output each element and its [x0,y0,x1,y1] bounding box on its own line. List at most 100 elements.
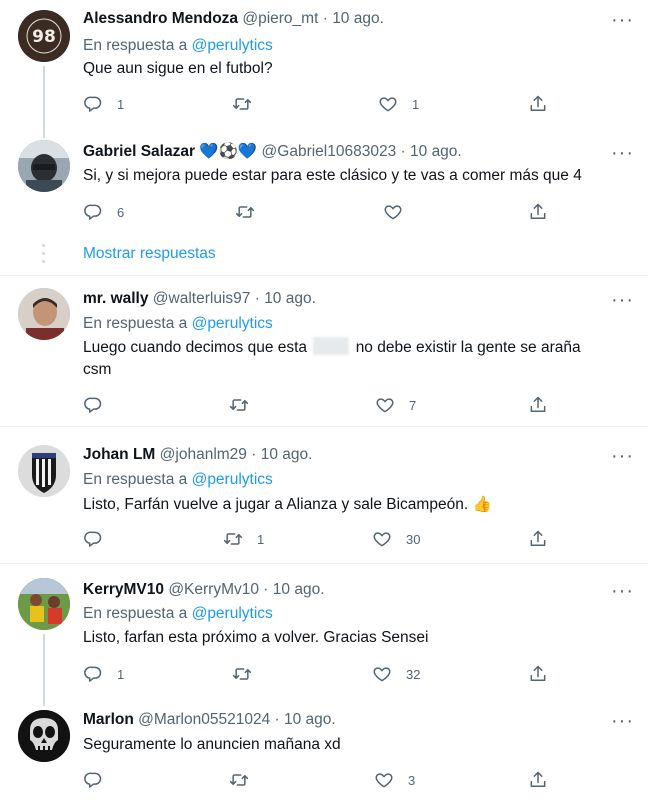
reply-icon [83,94,103,114]
user-handle[interactable]: @piero_mt [242,10,318,27]
tweet-date[interactable]: 10 ago. [264,290,316,307]
display-name[interactable]: Alessandro Mendoza [83,10,238,27]
display-name[interactable]: KerryMV10 [83,581,164,598]
tweet[interactable]: Johan LM @johanlm29 · 10 ago. ··· En res… [0,427,648,563]
reply-button[interactable]: 1 [83,663,124,685]
like-button[interactable]: 3 [374,769,415,791]
display-name[interactable]: Gabriel Salazar [83,143,195,160]
reply-icon [83,395,103,415]
tweet-text: Que aun sigue en el futbol? [83,60,273,77]
more-options-icon[interactable]: ··· [611,290,634,310]
more-options-icon[interactable]: ··· [611,143,634,163]
tweet-date[interactable]: 10 ago. [332,10,384,27]
reply-context: En respuesta a @perulytics [83,314,273,334]
like-button[interactable]: 30 [372,528,420,550]
reply-mention[interactable]: @perulytics [192,605,273,622]
thread-line [43,634,45,706]
tweet-actions: 3 [83,769,553,791]
user-handle[interactable]: @KerryMv10 [168,581,259,598]
share-button[interactable] [528,201,548,223]
tweet-date[interactable]: 10 ago. [284,711,336,728]
avatar[interactable] [18,288,70,340]
retweet-icon [223,529,243,549]
like-count: 32 [406,666,421,682]
like-button[interactable] [383,201,417,223]
tweet[interactable]: Marlon @Marlon05521024 · 10 ago. ··· Seg… [0,700,648,800]
avatar[interactable] [18,445,70,497]
show-replies-link[interactable]: Mostrar respuestas [83,245,216,263]
tweet-date[interactable]: 10 ago. [410,143,462,160]
reply-button[interactable] [83,528,117,550]
reply-context: En respuesta a @perulytics [83,470,273,490]
reply-count: 1 [117,666,125,682]
like-button[interactable]: 32 [372,663,420,685]
avatar[interactable] [18,140,70,192]
more-options-icon[interactable]: ··· [611,446,634,466]
tweet[interactable]: 98 Alessandro Mendoza @piero_mt · 10 ago… [0,0,648,138]
share-icon [528,395,548,415]
share-button[interactable] [528,769,548,791]
retweet-button[interactable] [235,201,269,223]
avatar[interactable] [18,578,70,630]
separator-dot: · [274,711,280,728]
more-options-icon[interactable]: ··· [611,581,634,601]
share-button[interactable] [528,394,548,416]
user-handle[interactable]: @johanlm29 [160,446,247,463]
retweet-button[interactable] [229,769,263,791]
separator-dot: · [322,10,328,27]
tweet-header: Gabriel Salazar 💙⚽💙 @Gabriel10683023 · 1… [83,142,462,162]
separator-dot: · [254,290,260,307]
more-options-icon[interactable]: ··· [611,711,634,731]
reply-prefix: En respuesta a [83,471,188,488]
tweet-text: Si, y si mejora puede estar para este cl… [83,167,582,184]
reply-mention[interactable]: @perulytics [192,471,273,488]
display-name[interactable]: Johan LM [83,446,155,463]
share-button[interactable] [528,528,548,550]
reply-button[interactable]: 6 [83,201,124,223]
share-button[interactable] [528,93,548,115]
user-handle[interactable]: @Gabriel10683023 [262,143,397,160]
share-icon [528,529,548,549]
tweet-date[interactable]: 10 ago. [273,581,325,598]
retweet-button[interactable] [232,93,266,115]
tweet-header: Johan LM @johanlm29 · 10 ago. [83,445,312,465]
tweet-date[interactable]: 10 ago. [261,446,313,463]
reply-prefix: En respuesta a [83,315,188,332]
tweet[interactable]: mr. wally @walterluis97 · 10 ago. ··· En… [0,276,648,426]
retweet-icon [232,94,252,114]
tweet[interactable]: KerryMV10 @KerryMv10 · 10 ago. ··· En re… [0,564,648,706]
tweet-actions: 6 [83,201,553,223]
avatar-skull-icon [18,710,70,762]
like-icon [372,529,392,549]
thumbs-up-emoji: 👍 [472,496,492,513]
tweet-text-part: Luego cuando decimos que esta [83,339,308,356]
reply-mention[interactable]: @perulytics [192,37,273,54]
like-icon [383,202,403,222]
avatar[interactable]: 98 [18,10,70,62]
share-button[interactable] [528,663,548,685]
reply-button[interactable] [83,394,117,416]
display-name[interactable]: mr. wally [83,290,148,307]
user-handle[interactable]: @walterluis97 [153,290,251,307]
like-count: 3 [408,772,416,788]
tweet-text-part: csm [83,361,112,378]
reply-button[interactable]: 1 [83,93,124,115]
tweet-text: Luego cuando decimos que esta no debe ex… [83,337,628,381]
tweet-header: Marlon @Marlon05521024 · 10 ago. [83,710,336,730]
retweet-button[interactable] [229,394,263,416]
reply-mention[interactable]: @perulytics [192,315,273,332]
tweet[interactable]: Gabriel Salazar 💙⚽💙 @Gabriel10683023 · 1… [0,130,648,238]
share-icon [528,664,548,684]
user-handle[interactable]: @Marlon05521024 [138,711,270,728]
like-button[interactable]: 1 [378,93,419,115]
reply-button[interactable] [83,769,117,791]
like-button[interactable]: 7 [375,394,416,416]
retweet-button[interactable] [232,663,266,685]
blurred-word [313,337,350,355]
retweet-button[interactable]: 1 [223,528,264,550]
retweet-icon [235,202,255,222]
display-name[interactable]: Marlon [83,711,134,728]
avatar[interactable] [18,710,70,762]
more-options-icon[interactable]: ··· [611,10,634,30]
like-icon [378,94,398,114]
